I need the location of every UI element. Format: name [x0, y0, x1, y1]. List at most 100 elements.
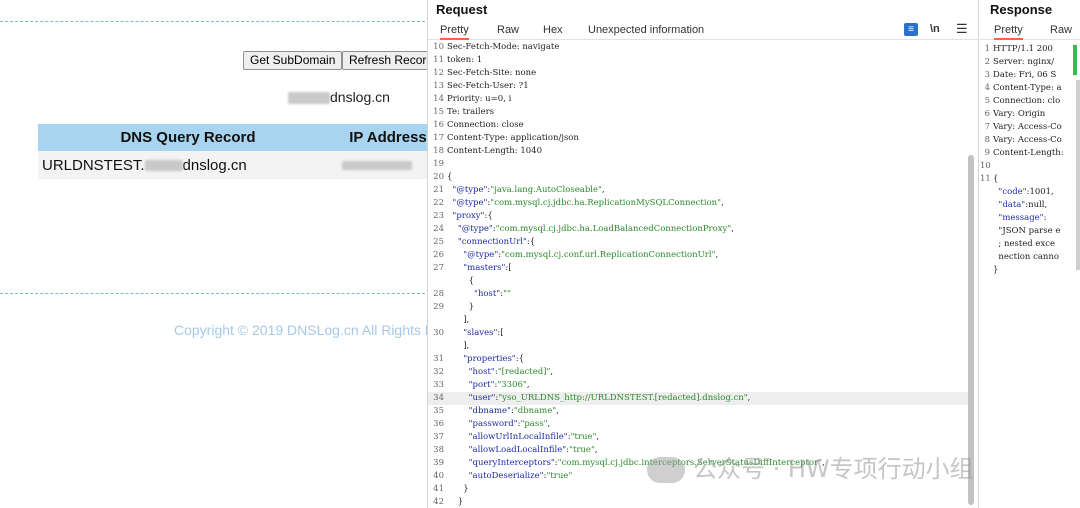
line-number: 3 [984, 70, 990, 80]
line-number: 8 [984, 135, 990, 145]
line-number: 24 [433, 224, 444, 234]
line-text: Content-Length: 1040 [447, 146, 542, 156]
ip-cell [338, 151, 430, 179]
code-line: 19 [428, 158, 968, 171]
code-line: 23 "proxy":{ [428, 210, 968, 223]
line-text: Server: nginx/ [993, 57, 1055, 67]
code-line: 11{ [980, 173, 1080, 186]
tab-raw[interactable]: Raw [497, 22, 519, 38]
tab-pretty[interactable]: Pretty [440, 22, 469, 40]
code-line: 32 "host":"[redacted]", [428, 366, 968, 379]
get-subdomain-button[interactable]: Get SubDomain [243, 51, 343, 70]
line-number: 18 [433, 146, 444, 156]
line-number: 19 [433, 159, 444, 169]
code-line: 7 Vary: Access-Co [980, 121, 1080, 134]
line-text: Vary: Access-Co [993, 135, 1062, 145]
refresh-record-button[interactable]: Refresh Record [342, 51, 430, 70]
line-number: 13 [433, 81, 444, 91]
code-line: 12 Sec-Fetch-Site: none [428, 67, 968, 80]
code-line: 27 "masters":[ [428, 262, 968, 275]
line-text: "dbname":"dbname", [468, 406, 559, 416]
dnslog-page: Get SubDomain Refresh Record dnslog.cn D… [0, 0, 430, 508]
request-editor[interactable]: 10 Sec-Fetch-Mode: navigate 11 token: 1 12 Se… [428, 41, 968, 508]
col-header-ip: IP Address [338, 124, 430, 151]
code-line: 41 } [428, 483, 968, 496]
tab-response-raw[interactable]: Raw [1050, 22, 1072, 38]
wrap-lines-icon[interactable]: ≡ [904, 23, 918, 36]
code-line: 24 "@type":"com.mysql.cj.jdbc.ha.LoadBal… [428, 223, 968, 236]
line-text: { [993, 174, 999, 184]
query-record-cell: URLDNSTEST. dnslog.cn [38, 151, 338, 179]
code-line: 37 "allowUrlInLocalInfile":"true", [428, 431, 968, 444]
line-text: ], [447, 341, 470, 351]
line-number: 6 [984, 109, 990, 119]
line-text: "JSON parse e [993, 226, 1061, 236]
code-line: 14 Priority: u=0, i [428, 93, 968, 106]
line-text: Sec-Fetch-Site: none [447, 68, 537, 78]
line-text: "allowLoadLocalInfile":"true", [468, 445, 598, 455]
request-title: Request [436, 2, 488, 17]
line-text: "@type":"com.mysql.cj.conf.url.Replicati… [463, 250, 719, 260]
code-line: 30 "slaves":[ [428, 327, 968, 340]
domain-suffix: dnslog.cn [330, 89, 390, 105]
line-text: "port":"3306", [468, 380, 530, 390]
line-text: "@type":"java.lang.AutoCloseable", [452, 185, 605, 195]
line-number: 1 [984, 44, 990, 54]
line-number: 32 [433, 367, 444, 377]
code-line: 8 Vary: Access-Co [980, 134, 1080, 147]
code-line: "code":1001, [980, 186, 1080, 199]
wechat-icon [647, 457, 685, 483]
code-line: 1 HTTP/1.1 200 [980, 43, 1080, 56]
code-line: 20{ [428, 171, 968, 184]
code-line: 42 } [428, 496, 968, 508]
line-text: HTTP/1.1 200 [993, 44, 1053, 54]
line-number: 25 [433, 237, 444, 247]
line-text: { [447, 172, 453, 182]
code-line: 31 "properties":{ [428, 353, 968, 366]
line-text: Content-Type: application/json [447, 133, 579, 143]
code-line: 26 "@type":"com.mysql.cj.conf.url.Replic… [428, 249, 968, 262]
redacted-token [144, 160, 183, 172]
line-number: 16 [433, 120, 444, 130]
tab-response-pretty[interactable]: Pretty [994, 22, 1023, 40]
line-text: Connection: close [447, 120, 524, 130]
tab-hex[interactable]: Hex [543, 22, 563, 38]
line-number: 14 [433, 94, 444, 104]
line-text: token: 1 [447, 55, 483, 65]
line-number: 31 [433, 354, 444, 364]
line-text: nection canno [993, 252, 1059, 262]
line-text: } [993, 265, 999, 275]
code-line: nection canno [980, 251, 1080, 264]
line-text: Sec-Fetch-Mode: navigate [447, 42, 560, 52]
code-line: 28 "host":"" [428, 288, 968, 301]
line-number: 4 [984, 83, 990, 93]
code-line: ; nested exce [980, 238, 1080, 251]
watermark: 公众号 · HW专项行动小组 [647, 449, 974, 484]
tab-unexpected-information[interactable]: Unexpected information [588, 22, 704, 38]
line-text: Content-Type: a [993, 83, 1062, 93]
line-text: "slaves":[ [463, 328, 504, 338]
bottom-divider [0, 293, 430, 294]
line-text: { [447, 276, 475, 286]
line-number: 17 [433, 133, 444, 143]
line-text: } [447, 497, 464, 507]
newline-toggle-icon[interactable]: \n [930, 23, 940, 35]
code-line: 10 [980, 160, 1080, 173]
line-number: 2 [984, 57, 990, 67]
code-line: "message": [980, 212, 1080, 225]
line-text: "proxy":{ [452, 211, 493, 221]
request-tabs: Pretty Raw Hex Unexpected information [428, 22, 978, 40]
code-line: } [980, 264, 1080, 277]
table-row: URLDNSTEST. dnslog.cn [38, 151, 430, 179]
line-number: 12 [433, 68, 444, 78]
code-line: ], [428, 314, 968, 327]
hamburger-menu-icon[interactable]: ☰ [956, 21, 968, 37]
code-line: 36 "password":"pass", [428, 418, 968, 431]
code-line: "JSON parse e [980, 225, 1080, 238]
line-text: "autoDeserialize":"true" [468, 471, 573, 481]
line-text: "properties":{ [463, 354, 525, 364]
line-number: 15 [433, 107, 444, 117]
line-text: Sec-Fetch-User: ?1 [447, 81, 529, 91]
line-text: "allowUrlInLocalInfile":"true", [468, 432, 600, 442]
response-editor[interactable]: 1 HTTP/1.1 200 2 Server: nginx/3 Date: Fri, … [980, 43, 1080, 277]
